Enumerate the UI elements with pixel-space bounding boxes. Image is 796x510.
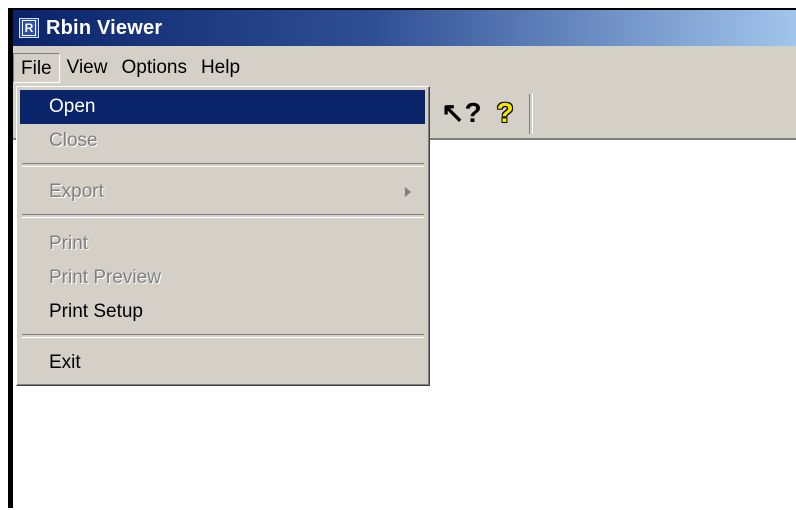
title-bar[interactable]: R Rbin Viewer <box>13 10 796 46</box>
menu-separator <box>22 163 424 167</box>
file-menu-dropdown: Open Close Export Print Print Preview Pr… <box>16 86 430 386</box>
menu-item-export-label: Export <box>49 181 104 202</box>
menu-item-open[interactable]: Open <box>20 90 425 124</box>
menu-options[interactable]: Options <box>114 53 193 83</box>
menu-separator <box>22 214 424 218</box>
help-icon[interactable]: ? <box>488 96 522 130</box>
menu-file[interactable]: File <box>13 53 60 83</box>
menu-bar: File View Options Help <box>13 46 796 90</box>
app-icon[interactable]: R <box>19 18 39 38</box>
app-window: R Rbin Viewer File View Options Help ↖? … <box>13 10 796 510</box>
menu-item-exit[interactable]: Exit <box>20 346 425 380</box>
menu-item-print-setup[interactable]: Print Setup <box>20 295 425 329</box>
app-icon-letter: R <box>22 20 36 36</box>
toolbar-separator <box>529 94 533 134</box>
menu-item-print[interactable]: Print <box>20 227 425 261</box>
menu-help[interactable]: Help <box>194 53 247 83</box>
window-title: Rbin Viewer <box>46 16 163 39</box>
menu-item-export[interactable]: Export <box>20 175 425 209</box>
submenu-arrow-icon <box>405 187 411 197</box>
menu-item-close[interactable]: Close <box>20 124 425 158</box>
menu-view[interactable]: View <box>60 53 115 83</box>
menu-item-print-preview[interactable]: Print Preview <box>20 261 425 295</box>
menu-separator <box>22 334 424 338</box>
whats-this-icon[interactable]: ↖? <box>441 96 482 130</box>
